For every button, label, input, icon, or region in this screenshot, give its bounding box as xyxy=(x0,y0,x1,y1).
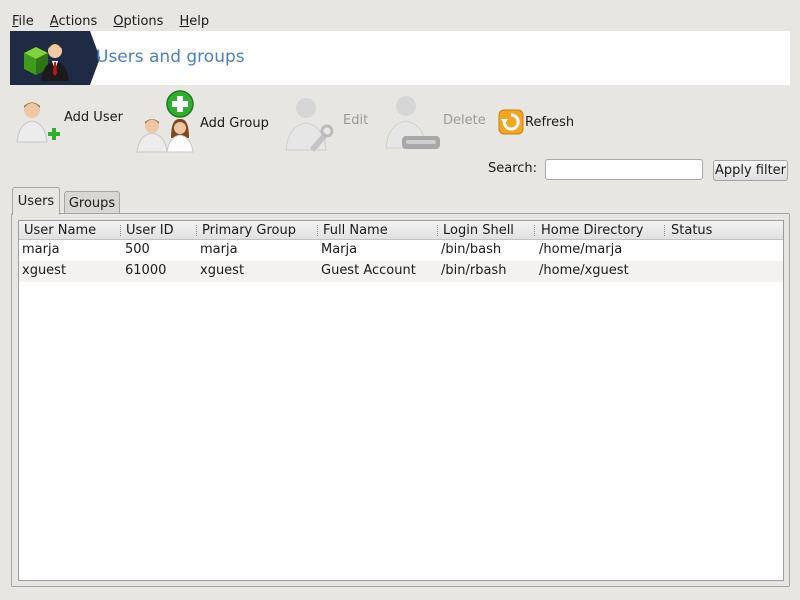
cell-user-id: 61000 xyxy=(125,263,167,278)
tab-groups[interactable]: Groups xyxy=(64,191,120,214)
refresh-icon xyxy=(498,109,524,135)
cell-user-name: marja xyxy=(22,242,60,257)
cell-user-id: 500 xyxy=(125,242,150,257)
menu-bar: File Actions Options Help xyxy=(0,0,800,30)
table-header: User Name User ID Primary Group Full Nam… xyxy=(19,221,783,240)
edit-button[interactable]: Edit xyxy=(280,92,368,152)
cell-home-directory: /home/xguest xyxy=(539,263,629,278)
search-input[interactable] xyxy=(545,159,703,180)
cell-status xyxy=(667,240,670,261)
cell-login-shell: /bin/bash xyxy=(441,242,502,257)
cell-primary-group: marja xyxy=(200,242,238,257)
table-row[interactable]: xguest 61000 xguest Guest Account /bin/r… xyxy=(19,261,783,282)
add-user-icon xyxy=(14,96,64,146)
header-banner: Users and groups xyxy=(10,31,790,85)
cell-user-name: xguest xyxy=(22,263,67,278)
delete-button[interactable]: Delete xyxy=(378,92,486,152)
column-header-status[interactable]: Status xyxy=(667,221,712,240)
column-header-primary-group[interactable]: Primary Group xyxy=(198,221,296,240)
cell-home-directory: /home/marja xyxy=(539,242,623,257)
cell-status xyxy=(667,261,670,282)
edit-user-icon xyxy=(280,92,340,152)
column-header-full-name[interactable]: Full Name xyxy=(319,221,388,240)
column-header-home-directory[interactable]: Home Directory xyxy=(537,221,643,240)
search-label: Search: xyxy=(488,161,538,176)
cell-full-name: Marja xyxy=(321,242,358,257)
add-group-icon xyxy=(134,90,200,154)
add-user-button[interactable]: Add User xyxy=(14,96,123,146)
apply-filter-button[interactable]: Apply filter xyxy=(713,160,788,181)
tab-users[interactable]: Users xyxy=(12,187,60,215)
users-groups-logo-icon xyxy=(10,31,90,85)
add-group-button[interactable]: Add Group xyxy=(134,90,269,154)
menu-help[interactable]: Help xyxy=(179,14,209,29)
users-table: User Name User ID Primary Group Full Nam… xyxy=(18,220,784,581)
column-header-login-shell[interactable]: Login Shell xyxy=(439,221,514,240)
menu-file[interactable]: File xyxy=(12,14,34,29)
column-header-user-id[interactable]: User ID xyxy=(122,221,174,240)
menu-options[interactable]: Options xyxy=(113,14,163,29)
page-title: Users and groups xyxy=(96,47,245,67)
toolbar: Add User Add Group Edit Delete Refresh xyxy=(0,88,800,158)
column-header-user-name[interactable]: User Name xyxy=(20,221,96,240)
cell-primary-group: xguest xyxy=(200,263,245,278)
refresh-button[interactable]: Refresh xyxy=(498,109,574,135)
menu-actions[interactable]: Actions xyxy=(50,14,98,29)
table-row[interactable]: marja 500 marja Marja /bin/bash /home/ma… xyxy=(19,240,783,261)
cell-full-name: Guest Account xyxy=(321,263,416,278)
delete-user-icon xyxy=(378,92,440,152)
cell-login-shell: /bin/rbash xyxy=(441,263,507,278)
